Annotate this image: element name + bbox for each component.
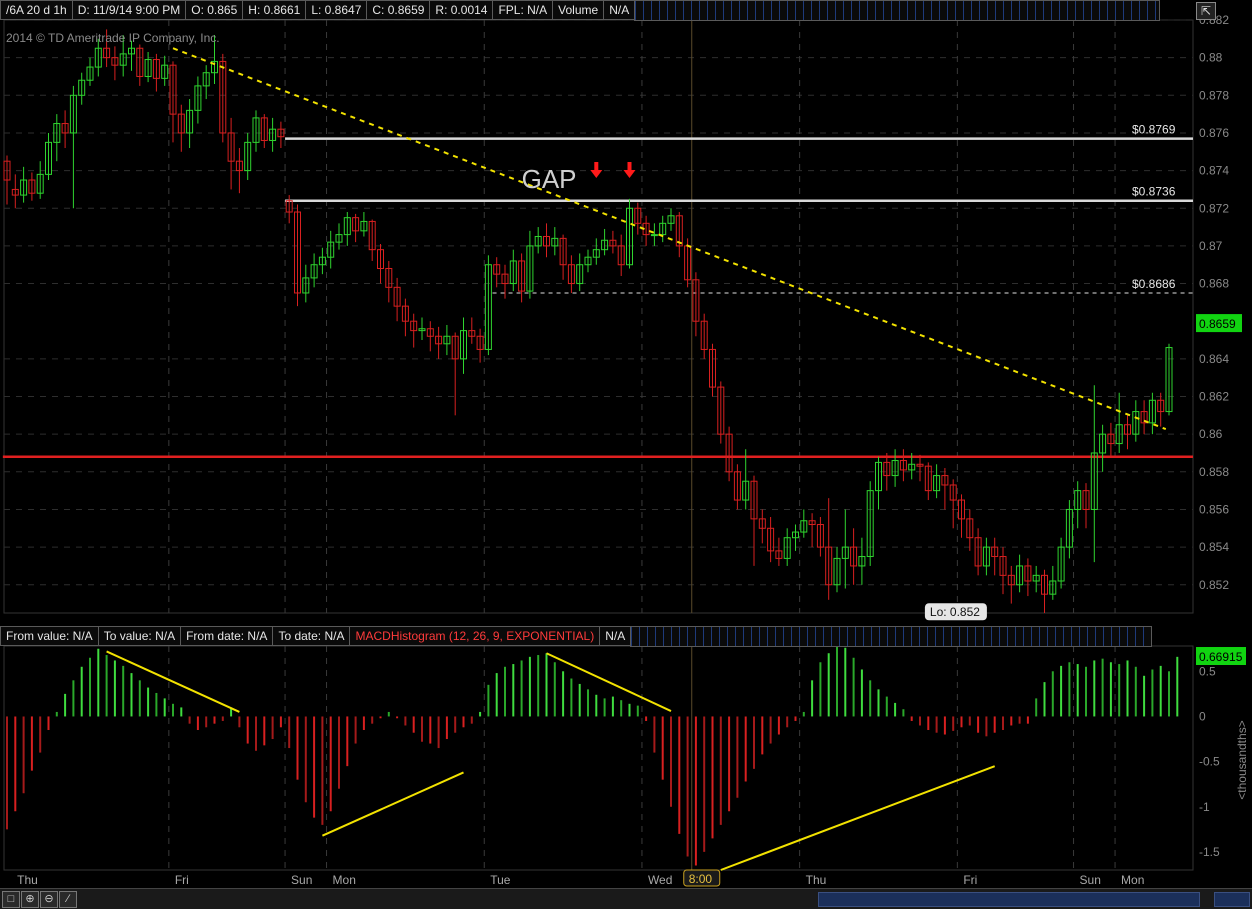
drawing-icon[interactable]: ∕ — [59, 891, 77, 908]
horizontal-scrollbar[interactable] — [818, 892, 1200, 907]
macd-trend-line — [321, 771, 464, 837]
candle-body — [650, 234, 658, 237]
close-label: C: 0.8659 — [366, 0, 431, 20]
price-tick-label: 0.868 — [1199, 277, 1229, 291]
price-tick-label: 0.852 — [1199, 578, 1229, 592]
volume-value: N/A — [603, 0, 636, 20]
macd-trend-line — [106, 650, 240, 713]
price-level-label: $0.8769 — [1132, 123, 1176, 137]
x-axis-label: Mon — [333, 873, 356, 887]
study-name[interactable]: MACDHistogram (12, 26, 9, EXPONENTIAL) — [349, 626, 601, 646]
x-axis-label: Sun — [1080, 873, 1101, 887]
expand-icon[interactable]: ⇱ — [1196, 2, 1216, 20]
cursor-icon[interactable]: □ — [2, 891, 20, 908]
low-label: L: 0.8647 — [305, 0, 368, 20]
macd-tick-label: -1.5 — [1199, 845, 1220, 859]
volume-label: Volume — [552, 0, 605, 20]
macd-trend-line — [720, 765, 996, 871]
x-axis-label: Sun — [291, 873, 312, 887]
vertical-scroll-thumb[interactable] — [1214, 892, 1250, 907]
symbol-label[interactable]: /6A 20 d 1h — [0, 0, 73, 20]
high-label: H: 0.8661 — [242, 0, 307, 20]
x-axis-label: Mon — [1121, 873, 1144, 887]
macd-panel-frame — [3, 645, 1194, 871]
range-label: R: 0.0014 — [429, 0, 494, 20]
x-axis-label: Wed — [648, 873, 672, 887]
x-axis-label: Thu — [806, 873, 827, 887]
chart-canvas[interactable]: 0.852 0.854 0.856 0.858 0.86 0.862 0.864 0.868 0… — [0, 0, 1252, 888]
price-tick-label: 0.86 — [1199, 427, 1223, 441]
gap-annotation: GAP — [522, 164, 577, 194]
trend-line — [172, 47, 1167, 431]
price-level-label: $0.8686 — [1132, 277, 1176, 291]
price-tick-label: 0.88 — [1199, 51, 1223, 65]
study-tick-strip — [630, 626, 1153, 647]
to-date-label: To date: N/A — [272, 626, 351, 646]
macd-tick-label: -0.5 — [1199, 755, 1220, 769]
price-tick-label: 0.864 — [1199, 352, 1229, 366]
from-value-label: From value: N/A — [0, 626, 99, 646]
x-axis-label: Fri — [175, 873, 189, 887]
price-tick-label: 0.87 — [1199, 239, 1223, 253]
x-axis-label: Thu — [17, 873, 38, 887]
macd-tick-label: 0.5 — [1199, 664, 1216, 678]
from-date-label: From date: N/A — [180, 626, 274, 646]
price-tick-label: 0.862 — [1199, 390, 1229, 404]
fpl-label: FPL: N/A — [492, 0, 554, 20]
x-axis-label: Tue — [490, 873, 511, 887]
to-value-label: To value: N/A — [97, 626, 182, 646]
study-value: N/A — [599, 626, 632, 646]
price-tick-label: 0.872 — [1199, 201, 1229, 215]
bottom-toolbar: □ ⊕ ⊖ ∕ — [0, 888, 1252, 909]
zoom-in-icon[interactable]: ⊕ — [21, 891, 39, 908]
price-tick-label: 0.874 — [1199, 164, 1229, 178]
macd-trend-line — [546, 652, 672, 712]
last-price-label: 0.8659 — [1199, 317, 1236, 331]
macd-tick-label: -1 — [1199, 800, 1210, 814]
price-tick-label: 0.878 — [1199, 88, 1229, 102]
low-label: Lo: 0.852 — [930, 605, 980, 619]
price-tick-label: 0.854 — [1199, 540, 1229, 554]
price-tick-label: 0.858 — [1199, 465, 1229, 479]
study-header: From value: N/A To value: N/A From date:… — [0, 626, 1153, 647]
price-level-label: $0.8736 — [1132, 185, 1176, 199]
down-arrow-icon — [623, 162, 636, 179]
header-tick-strip — [634, 0, 1161, 21]
time-marker-label: 8:00 — [689, 872, 713, 886]
open-label: O: 0.865 — [185, 0, 244, 20]
zoom-out-icon[interactable]: ⊖ — [40, 891, 58, 908]
price-tick-label: 0.876 — [1199, 126, 1229, 140]
date-label: D: 11/9/14 9:00 PM — [71, 0, 187, 20]
price-panel-frame — [3, 19, 1194, 614]
macd-last-label: 0.66915 — [1199, 650, 1243, 664]
macd-tick-label: 0 — [1199, 709, 1206, 723]
price-tick-label: 0.856 — [1199, 502, 1229, 516]
x-axis-label: Fri — [963, 873, 977, 887]
quote-header: /6A 20 d 1h D: 11/9/14 9:00 PM O: 0.865 … — [0, 0, 1161, 21]
copyright-text: 2014 © TD Ameritrade IP Company, Inc. — [6, 31, 220, 45]
down-arrow-icon — [590, 162, 603, 179]
macd-axis-label: <thousandths> — [1235, 720, 1249, 799]
